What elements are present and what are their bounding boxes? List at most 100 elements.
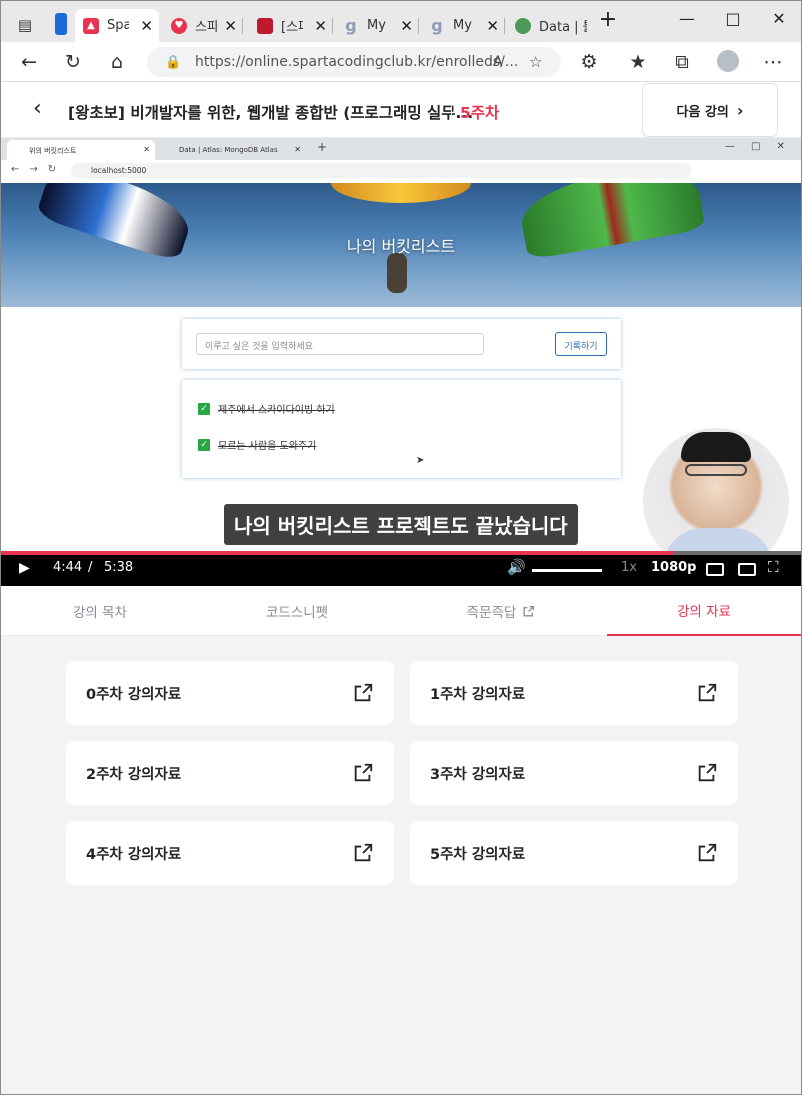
close-tab-icon[interactable]: ✕	[224, 17, 237, 35]
tab-my-2a[interactable]: g My 2 ✕	[335, 9, 419, 42]
captions-icon[interactable]	[706, 563, 724, 576]
favorites-icon[interactable]: ★	[626, 50, 650, 74]
tab-lecture-contents[interactable]: 강의 목차	[1, 586, 199, 636]
material-card-week0[interactable]: 0주차 강의자료	[66, 661, 394, 725]
minimize-icon[interactable]: —	[667, 9, 707, 28]
chevron-right-icon: ›	[736, 100, 744, 120]
external-link-icon	[698, 683, 717, 702]
record-button: 기록하기	[555, 332, 607, 356]
close-tab-icon: ✕	[143, 145, 150, 154]
checkbox-checked-icon: ✓	[198, 402, 210, 415]
tab-sparta-3[interactable]: [스파 ✕	[249, 9, 333, 42]
inner-nav-icons: ←→↻	[11, 164, 67, 175]
back-chevron-icon[interactable]: ‹	[33, 96, 42, 121]
material-card-week2[interactable]: 2주차 강의자료	[66, 741, 394, 805]
url-text: https://online.spartacodingclub.kr/enrol…	[195, 54, 519, 70]
tab-qna[interactable]: 즉문즉답	[395, 586, 607, 636]
external-link-icon	[354, 843, 373, 862]
tab-lecture-materials[interactable]: 강의 자료	[607, 586, 801, 636]
tab-label: 코드스니펫	[265, 605, 329, 621]
fullscreen-icon[interactable]: ⛶	[768, 558, 779, 576]
tab-actions-icon[interactable]: ▤	[13, 13, 37, 37]
more-menu-icon[interactable]: ⋯	[761, 50, 785, 74]
material-label: 1주차 강의자료	[430, 686, 526, 703]
maximize-icon[interactable]: □	[713, 9, 753, 28]
current-time: 4:44	[53, 560, 83, 575]
volume-icon[interactable]: 🔊	[507, 558, 526, 576]
home-icon[interactable]: ⌂	[105, 50, 129, 74]
tab-mongodb-data[interactable]: Data | 틀	[507, 9, 597, 42]
collections-icon[interactable]: ⧉	[670, 50, 694, 74]
sparta-heart-favicon-icon: ♥	[171, 17, 187, 34]
workspace-icon[interactable]	[55, 13, 67, 35]
extensions-icon[interactable]: ⚙	[577, 50, 601, 74]
mongodb-leaf-icon	[515, 17, 531, 34]
week-label: 5주차	[460, 104, 500, 122]
close-tab-icon[interactable]: ✕	[486, 17, 499, 35]
close-tab-icon[interactable]: ✕	[140, 17, 153, 35]
bucket-input: 이루고 싶은 것을 입력하세요	[196, 333, 484, 355]
todo-item: ✓ 제주에서 스카이다이빙 하기	[198, 401, 335, 416]
read-aloud-icon[interactable]: A	[493, 54, 503, 70]
material-card-week1[interactable]: 1주차 강의자료	[410, 661, 738, 725]
volume-slider[interactable]	[532, 569, 602, 572]
video-player[interactable]: 위의 버킷리스트 ✕ Data | Atlas: MongoDB Atlas ✕…	[1, 138, 801, 586]
browser-tab-strip: ▤ ▲ Spar ✕ ♥ 스파 ✕ [스파 ✕ g My 2 ✕ g My 2 …	[1, 1, 801, 42]
g-favicon-icon: g	[345, 16, 357, 35]
tab-label: My 2	[453, 18, 475, 33]
inner-window-controls: —□✕	[725, 141, 801, 152]
lecture-tabs: 강의 목차 코드스니펫 즉문즉답 강의 자료	[1, 586, 801, 636]
material-card-week4[interactable]: 4주차 강의자료	[66, 821, 394, 885]
material-card-week5[interactable]: 5주차 강의자료	[410, 821, 738, 885]
todo-item: ✓ 모르는 사람을 도와주기	[198, 437, 316, 452]
inner-tab-atlas: Data | Atlas: MongoDB Atlas ✕	[161, 140, 301, 160]
video-subtitle: 나의 버킷리스트 프로젝트도 끝났습니다	[224, 504, 578, 545]
duration: 5:38	[104, 560, 134, 575]
time-separator: /	[88, 560, 93, 575]
profile-avatar[interactable]	[717, 50, 739, 72]
picture-in-picture-icon[interactable]	[738, 563, 756, 576]
favorite-add-icon[interactable]: ☆	[529, 53, 542, 71]
external-link-icon	[354, 763, 373, 782]
url-field[interactable]: 🔒 https://online.spartacodingclub.kr/enr…	[147, 47, 561, 77]
skydiver-figure	[387, 253, 407, 293]
material-card-week3[interactable]: 3주차 강의자료	[410, 741, 738, 805]
tab-my-2b[interactable]: g My 2 ✕	[421, 9, 505, 42]
hero-title: 나의 버킷리스트	[346, 237, 456, 256]
tab-spartacoding[interactable]: ▲ Spar ✕	[75, 9, 159, 42]
tab-label: [스파	[281, 20, 303, 35]
todo-text: 모르는 사람을 도와주기	[218, 441, 317, 452]
inner-new-tab-icon: +	[317, 140, 328, 154]
material-label: 4주차 강의자료	[86, 846, 182, 863]
material-label: 5주차 강의자료	[430, 846, 526, 863]
inner-tab-label: Data | Atlas: MongoDB Atlas	[179, 146, 278, 154]
book-favicon-icon	[257, 17, 273, 34]
new-tab-icon[interactable]: +	[588, 7, 628, 32]
inner-url-text: localhost:5000	[91, 166, 147, 175]
refresh-icon[interactable]: ↻	[61, 50, 85, 74]
course-title: [왕초보] 비개발자를 위한, 웹개발 종합반 (프로그래밍 실무...	[68, 104, 474, 122]
quality-setting[interactable]: 1080p	[651, 560, 697, 575]
next-lesson-button[interactable]: 다음 강의 ›	[642, 83, 778, 137]
close-tab-icon[interactable]: ✕	[400, 17, 413, 35]
close-tab-icon[interactable]: ✕	[314, 17, 327, 35]
close-tab-icon: ✕	[294, 145, 301, 154]
tab-label: 즉문즉답	[466, 605, 517, 621]
playback-speed[interactable]: 1x	[621, 560, 637, 575]
parachute-middle-shape	[331, 183, 471, 203]
play-icon[interactable]: ▶	[19, 560, 30, 576]
close-window-icon[interactable]: ✕	[759, 9, 799, 28]
material-label: 0주차 강의자료	[86, 686, 182, 703]
presenter-glasses	[685, 464, 747, 476]
inner-url-field: localhost:5000	[71, 163, 691, 178]
tab-sparta-2[interactable]: ♥ 스파 ✕	[163, 9, 243, 42]
back-icon[interactable]: ←	[17, 50, 41, 74]
record-button-label: 기록하기	[564, 342, 598, 352]
material-label: 2주차 강의자료	[86, 766, 182, 783]
external-link-icon	[523, 605, 535, 616]
external-link-icon	[698, 843, 717, 862]
tab-code-snippets[interactable]: 코드스니펫	[199, 586, 395, 636]
course-header: ‹ [왕초보] 비개발자를 위한, 웹개발 종합반 (프로그래밍 실무... 5…	[1, 82, 801, 138]
bucket-hero-banner: 나의 버킷리스트	[1, 183, 801, 307]
tab-label: 강의 목차	[73, 605, 127, 621]
